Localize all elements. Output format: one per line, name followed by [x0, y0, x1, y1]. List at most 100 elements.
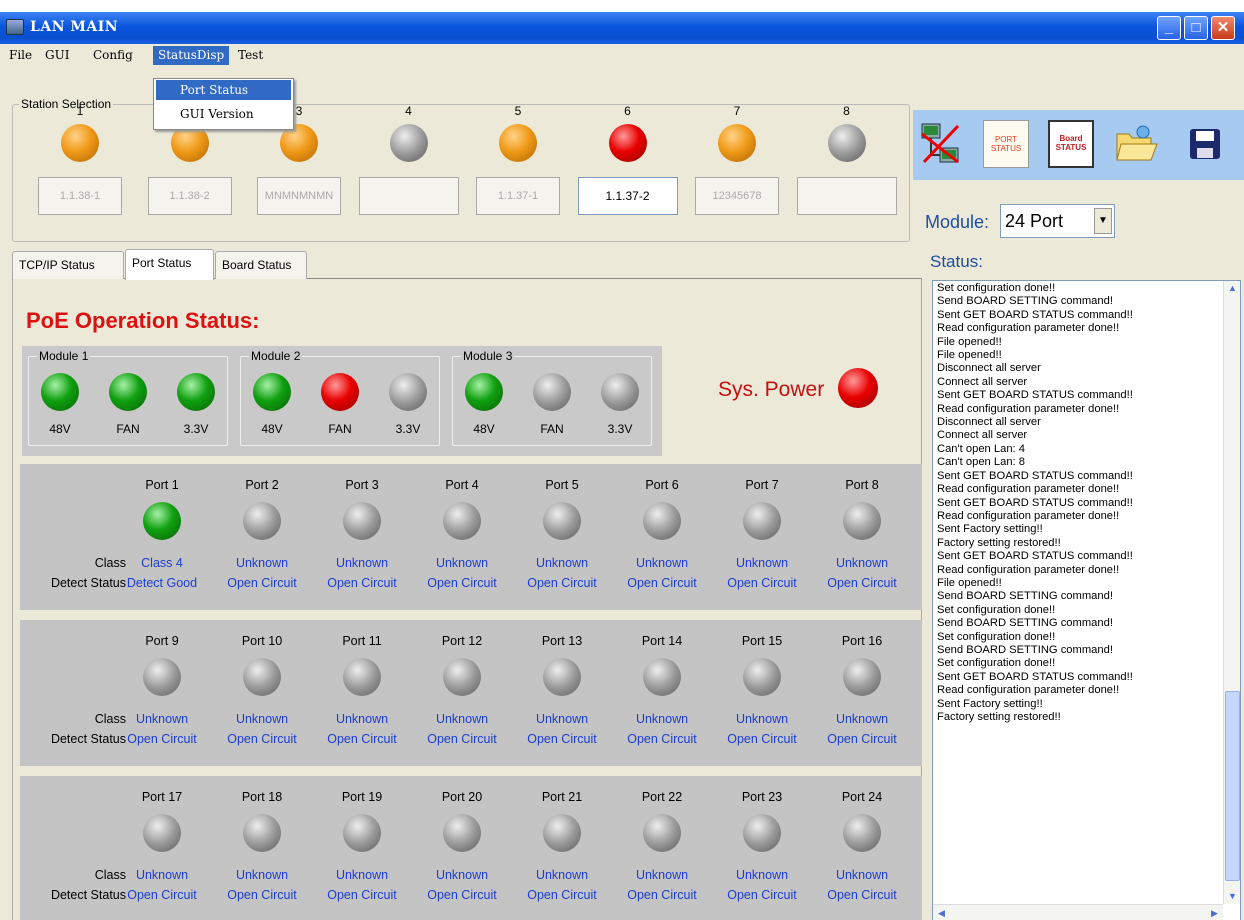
port-detect-status: Open Circuit: [127, 888, 197, 902]
board-status-button[interactable]: Board STATUS: [1048, 120, 1094, 168]
port-class: Unknown: [735, 556, 789, 570]
chevron-down-icon[interactable]: ▼: [1094, 208, 1112, 234]
port-row-panel: Class Detect Status Port 9 Unknown Open Circ…: [20, 620, 922, 766]
station-ip-field[interactable]: [358, 177, 459, 215]
detect-row-label: Detect Status: [50, 732, 126, 746]
status-log-line: Disconnect all server: [937, 362, 1041, 375]
module-led-label: FAN: [328, 422, 352, 436]
port-detect-status: Open Circuit: [527, 732, 597, 746]
station-led[interactable]: [61, 124, 99, 162]
station-led[interactable]: [718, 124, 756, 162]
detect-row-label: Detect Status: [50, 888, 126, 902]
module-group: Module 1 48V FAN 3.3V: [28, 349, 228, 446]
module-name: Module 2: [249, 349, 303, 363]
status-log-line: Sent GET BOARD STATUS command!!: [937, 550, 1133, 563]
title-bar[interactable]: LAN MAIN _ □ ✕: [0, 12, 1244, 44]
port-detect-status: Open Circuit: [527, 576, 597, 590]
menu-statusdisp[interactable]: StatusDisp: [153, 46, 230, 65]
status-log-line: Read configuration parameter done!!: [937, 684, 1120, 697]
station-ip-field[interactable]: [796, 177, 897, 215]
port-class: Unknown: [635, 556, 689, 570]
port-led: [543, 814, 581, 852]
port-label: Port 19: [341, 790, 383, 804]
module-select[interactable]: 24 Port ▼: [1000, 204, 1115, 238]
station-ip-field[interactable]: 1.1.38-1: [38, 177, 122, 215]
port-led: [743, 658, 781, 696]
port-label: Port 2: [245, 478, 279, 492]
module-group: Module 2 48V FAN 3.3V: [240, 349, 440, 446]
port-class: Unknown: [535, 712, 589, 726]
module-led: [533, 373, 571, 411]
status-vertical-scrollbar[interactable]: ▲ ▼: [1223, 281, 1240, 904]
port-detect-status: Open Circuit: [327, 732, 397, 746]
tab-port-status[interactable]: Port Status: [125, 249, 214, 280]
module-name: Module 3: [461, 349, 515, 363]
port-row-panel: Class Detect Status Port 1 Class 4 Detect Go…: [20, 464, 922, 610]
port-label: Port 3: [345, 478, 379, 492]
port-led: [143, 814, 181, 852]
statusdisp-dropdown: Port Status GUI Version: [153, 78, 294, 130]
port-led: [143, 658, 181, 696]
maximize-button[interactable]: □: [1184, 16, 1208, 40]
port-label: Port 21: [541, 790, 583, 804]
station-led[interactable]: [827, 124, 866, 162]
scroll-left-icon[interactable]: ◀: [934, 906, 949, 920]
port-label: Port 4: [445, 478, 479, 492]
scroll-right-icon[interactable]: ▶: [1207, 906, 1222, 920]
menu-bar: File GUI Config StatusDisp Test: [0, 44, 1244, 66]
folder-icon: [1116, 125, 1158, 161]
station-number: 5: [514, 104, 522, 118]
station-ip-field[interactable]: 1.1.38-2: [147, 177, 232, 215]
port-led: [543, 502, 581, 540]
port-label: Port 9: [145, 634, 179, 648]
module-label: Module:: [925, 212, 990, 232]
station-led[interactable]: [389, 124, 428, 162]
module-led: [601, 373, 639, 411]
module-led: [253, 373, 291, 411]
station-ip-field[interactable]: 1.1.37-1: [476, 177, 560, 215]
scroll-thumb[interactable]: [1225, 691, 1240, 881]
tab-tcpip-status[interactable]: TCP/IP Status: [12, 251, 124, 279]
minimize-button[interactable]: _: [1157, 16, 1181, 40]
port-detect-status: Open Circuit: [127, 732, 197, 746]
tab-board-status[interactable]: Board Status: [215, 251, 307, 279]
port-label: Port 16: [841, 634, 883, 648]
open-folder-button[interactable]: [1113, 120, 1159, 168]
close-button[interactable]: ✕: [1211, 16, 1235, 40]
scroll-down-icon[interactable]: ▼: [1225, 889, 1240, 904]
port-detect-status: Open Circuit: [527, 888, 597, 902]
station-ip-field[interactable]: MNMNMNMN: [257, 177, 341, 215]
module-led: [465, 373, 503, 411]
station-led[interactable]: [499, 124, 537, 162]
menu-item-port-status[interactable]: Port Status: [156, 80, 291, 100]
status-log[interactable]: Set configuration done!! Send BOARD SETTI…: [932, 280, 1241, 920]
module-select-value: 24 Port: [1005, 211, 1064, 231]
menu-test[interactable]: Test: [233, 46, 268, 65]
menu-item-gui-version[interactable]: GUI Version: [156, 104, 291, 124]
menu-gui[interactable]: GUI: [40, 46, 74, 65]
station-led[interactable]: [608, 124, 647, 162]
port-label: Port 6: [645, 478, 679, 492]
poe-title: PoE Operation Status:: [26, 308, 260, 333]
port-detect-status: Open Circuit: [627, 888, 697, 902]
port-class: Unknown: [435, 868, 489, 882]
port-label: Port 14: [641, 634, 683, 648]
status-label: Status:: [930, 252, 983, 271]
menu-file[interactable]: File: [4, 46, 37, 65]
menu-config[interactable]: Config: [88, 46, 138, 65]
station-ip-field[interactable]: 1.1.37-2: [577, 177, 678, 215]
module-led-label: FAN: [540, 422, 564, 436]
port-detect-status: Open Circuit: [827, 732, 897, 746]
port-label: Port 20: [441, 790, 483, 804]
port-led: [843, 814, 881, 852]
board-status-label: Board STATUS: [1055, 134, 1087, 152]
disconnect-network-button[interactable]: [918, 120, 964, 168]
station-ip-field[interactable]: 12345678: [695, 177, 779, 215]
port-class: Unknown: [635, 712, 689, 726]
module-name: Module 1: [37, 349, 91, 363]
port-status-button[interactable]: PORT STATUS: [983, 120, 1029, 168]
status-log-line: Sent GET BOARD STATUS command!!: [937, 496, 1133, 509]
save-button[interactable]: [1181, 120, 1227, 168]
scroll-up-icon[interactable]: ▲: [1225, 281, 1240, 296]
status-horizontal-scrollbar[interactable]: ◀ ▶: [933, 904, 1223, 920]
